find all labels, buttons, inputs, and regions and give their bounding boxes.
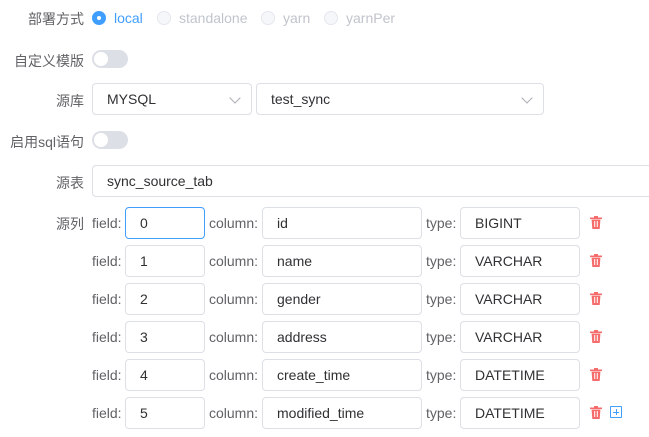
source-table-input[interactable]: sync_source_tab: [92, 165, 649, 197]
field-input[interactable]: 5: [125, 397, 205, 429]
chevron-down-icon: [521, 92, 533, 104]
field-input[interactable]: 4: [125, 359, 205, 391]
field-label: field:: [92, 405, 122, 421]
column-label: column:: [209, 329, 259, 345]
custom-template-row: 自定义模版: [0, 50, 649, 70]
column-label: column:: [209, 405, 259, 421]
deploy-mode-label: 部署方式: [28, 11, 84, 27]
type-input[interactable]: VARCHAR: [460, 283, 580, 315]
source-table-row: 源表 sync_source_tab: [0, 165, 649, 197]
radio-yarnper-indicator[interactable]: [324, 11, 338, 25]
source-db-label: 源库: [56, 93, 84, 109]
column-input[interactable]: gender: [262, 283, 422, 315]
type-label: type:: [426, 367, 457, 383]
radio-standalone-indicator[interactable]: [157, 11, 171, 25]
column-row: field: 4 column: create_time type: DATETIME: [0, 359, 649, 391]
type-label: type:: [426, 329, 457, 345]
column-row: field: 0 column: id type: BIGINT: [0, 207, 649, 239]
column-input[interactable]: name: [262, 245, 422, 277]
column-row: field: 5 column: modified_time type: DATETIME: [0, 397, 649, 429]
column-label: column:: [209, 215, 259, 231]
source-table-label: 源表: [56, 175, 84, 191]
radio-yarn[interactable]: yarn: [261, 10, 310, 26]
column-row: field: 2 column: gender type: VARCHAR: [0, 283, 649, 315]
enable-sql-row: 启用sql语句: [0, 131, 649, 151]
db-name-value: test_sync: [271, 91, 331, 107]
enable-sql-switch[interactable]: [92, 131, 128, 149]
enable-sql-label: 启用sql语句: [10, 134, 84, 150]
column-row: field: 3 column: address type: VARCHAR: [0, 321, 649, 353]
delete-icon[interactable]: [590, 330, 602, 343]
column-input[interactable]: address: [262, 321, 422, 353]
delete-icon[interactable]: [590, 292, 602, 305]
column-input[interactable]: modified_time: [262, 397, 422, 429]
delete-icon[interactable]: [590, 406, 602, 419]
radio-yarnper[interactable]: yarnPer: [324, 10, 395, 26]
db-type-value: MYSQL: [107, 91, 157, 107]
type-input[interactable]: DATETIME: [460, 359, 580, 391]
type-input[interactable]: DATETIME: [460, 397, 580, 429]
source-db-row: 源库 MYSQL test_sync: [0, 83, 649, 115]
column-label: column:: [209, 253, 259, 269]
type-label: type:: [426, 215, 457, 231]
db-name-select[interactable]: test_sync: [256, 83, 544, 115]
type-label: type:: [426, 291, 457, 307]
type-input[interactable]: VARCHAR: [460, 245, 580, 277]
field-label: field:: [92, 367, 122, 383]
radio-yarn-label: yarn: [283, 10, 311, 26]
field-input[interactable]: 3: [125, 321, 205, 353]
db-type-select[interactable]: MYSQL: [92, 83, 252, 115]
type-input[interactable]: VARCHAR: [460, 321, 580, 353]
type-label: type:: [426, 253, 457, 269]
radio-local-label: local: [114, 10, 143, 26]
custom-template-label: 自定义模版: [14, 53, 84, 69]
radio-yarn-indicator[interactable]: [261, 11, 275, 25]
delete-icon[interactable]: [590, 216, 602, 229]
radio-local-indicator[interactable]: [92, 11, 106, 25]
type-input[interactable]: BIGINT: [460, 207, 580, 239]
radio-yarnper-label: yarnPer: [346, 10, 396, 26]
field-input[interactable]: 0: [125, 207, 205, 239]
column-label: column:: [209, 291, 259, 307]
field-input[interactable]: 2: [125, 283, 205, 315]
delete-icon[interactable]: [590, 254, 602, 267]
column-row: field: 1 column: name type: VARCHAR: [0, 245, 649, 277]
chevron-down-icon: [229, 92, 241, 104]
radio-local[interactable]: local: [92, 10, 143, 26]
custom-template-switch[interactable]: [92, 50, 128, 68]
radio-standalone[interactable]: standalone: [157, 10, 248, 26]
add-icon[interactable]: [610, 406, 622, 418]
column-input[interactable]: create_time: [262, 359, 422, 391]
deploy-mode-row: 部署方式 local standalone yarn yarnPer: [0, 8, 649, 28]
delete-icon[interactable]: [590, 368, 602, 381]
field-label: field:: [92, 253, 122, 269]
field-input[interactable]: 1: [125, 245, 205, 277]
column-input[interactable]: id: [262, 207, 422, 239]
type-label: type:: [426, 405, 457, 421]
field-label: field:: [92, 215, 122, 231]
radio-standalone-label: standalone: [179, 10, 248, 26]
column-label: column:: [209, 367, 259, 383]
field-label: field:: [92, 291, 122, 307]
field-label: field:: [92, 329, 122, 345]
